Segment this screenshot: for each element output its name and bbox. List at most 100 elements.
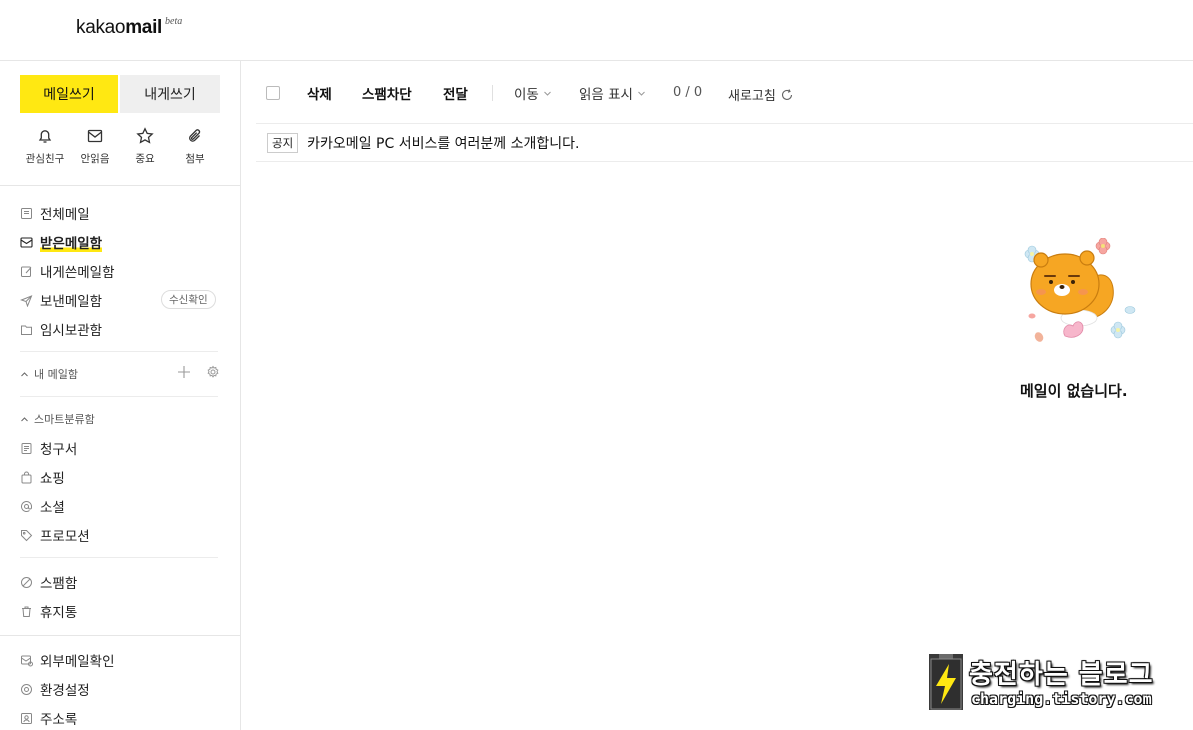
gear-icon[interactable] xyxy=(206,365,220,379)
menu-label: 환경설정 xyxy=(40,683,90,699)
star-icon xyxy=(136,127,154,144)
folder-label: 스팸함 xyxy=(40,576,78,592)
folder-all-mail[interactable]: 전체메일 xyxy=(20,202,90,224)
delete-button[interactable]: 삭제 xyxy=(307,83,332,103)
paperclip-icon xyxy=(189,129,201,142)
divider xyxy=(20,557,218,558)
quick-filter-favorite-friends[interactable]: 관심친구 xyxy=(20,127,70,166)
quick-filter-label: 중요 xyxy=(135,153,155,165)
logo-beta-tag: beta xyxy=(165,16,183,27)
envelope-icon xyxy=(87,129,103,143)
folder-spam[interactable]: 스팸함 xyxy=(20,571,77,593)
refresh-icon xyxy=(781,88,792,100)
settings-icon xyxy=(21,683,32,695)
forward-button[interactable]: 전달 xyxy=(443,83,468,103)
read-receipt-badge[interactable]: 수신확인 xyxy=(161,290,216,309)
spam-icon xyxy=(21,576,32,588)
preferences[interactable]: 환경설정 xyxy=(20,678,90,700)
top-header: kakao mail beta xyxy=(0,0,1193,61)
folder-label: 휴지통 xyxy=(40,605,78,621)
folder-label: 받은메일함 xyxy=(40,232,103,252)
smart-folders-section-toggle[interactable]: 스마트분류함 xyxy=(20,411,95,427)
refresh-label: 새로고침 xyxy=(728,89,776,104)
add-mailbox-icon[interactable] xyxy=(177,365,191,379)
quick-filter-label: 첨부 xyxy=(185,153,205,165)
watermark-url: charging.tistory.com xyxy=(971,690,1152,708)
address-book[interactable]: 주소록 xyxy=(20,707,77,729)
folder-label: 보낸메일함 xyxy=(40,294,103,310)
chevron-up-icon xyxy=(21,371,28,376)
my-mailbox-section-toggle[interactable]: 내 메일함 xyxy=(20,366,78,382)
move-label: 이동 xyxy=(514,87,539,103)
mail-count: 0 / 0 xyxy=(673,85,703,100)
move-dropdown[interactable]: 이동 xyxy=(514,83,552,103)
folder-label: 청구서 xyxy=(40,442,78,458)
folder-sent[interactable]: 보낸메일함 xyxy=(20,289,102,311)
logo-text-bold: mail xyxy=(125,17,163,38)
lightning-icon xyxy=(930,654,962,710)
toolbar-divider xyxy=(492,85,493,101)
select-all-checkbox[interactable] xyxy=(266,86,280,100)
watermark-title: 충전하는 블로그 xyxy=(969,660,1154,690)
notice-text: 카카오메일 PC 서비스를 여러분께 소개합니다. xyxy=(307,136,580,152)
smart-folder-social[interactable]: 소셜 xyxy=(20,495,65,517)
bell-icon xyxy=(38,130,52,143)
write-to-self-button[interactable]: 내게쓰기 xyxy=(120,75,220,113)
smart-folder-promotion[interactable]: 프로모션 xyxy=(20,524,90,546)
tag-icon xyxy=(21,529,33,541)
folder-label: 쇼핑 xyxy=(40,471,65,487)
shopping-bag-icon xyxy=(21,471,32,483)
folder-label: 내게쓴메일함 xyxy=(40,265,115,281)
folder-self-mail[interactable]: 내게쓴메일함 xyxy=(20,260,115,282)
blog-watermark: 충전하는 블로그 charging.tistory.com xyxy=(929,652,1168,712)
quick-filter-attachment[interactable]: 첨부 xyxy=(170,127,220,166)
folder-trash[interactable]: 휴지통 xyxy=(20,600,77,622)
section-label: 내 메일함 xyxy=(34,368,78,381)
chevron-down-icon xyxy=(543,91,551,96)
external-mail-icon xyxy=(21,655,33,666)
bill-icon xyxy=(21,442,32,454)
section-label: 스마트분류함 xyxy=(34,413,95,426)
folder-drafts[interactable]: 임시보관함 xyxy=(20,318,102,340)
notice-tag: 공지 xyxy=(267,133,299,153)
contacts-icon xyxy=(21,712,32,724)
read-mark-dropdown[interactable]: 읽음 표시 xyxy=(579,83,646,103)
folder-inbox[interactable]: 받은메일함 xyxy=(20,231,103,253)
self-mail-icon xyxy=(21,266,32,277)
read-mark-label: 읽음 표시 xyxy=(579,87,633,103)
folder-label: 프로모션 xyxy=(40,529,90,545)
refresh-button[interactable]: 새로고침 xyxy=(728,85,794,104)
folder-icon xyxy=(21,325,32,335)
divider xyxy=(0,185,240,186)
notice-row[interactable]: 공지 카카오메일 PC 서비스를 여러분께 소개합니다. xyxy=(256,125,1193,162)
trash-icon xyxy=(22,606,31,617)
spam-block-button[interactable]: 스팸차단 xyxy=(362,83,412,103)
write-mail-button[interactable]: 메일쓰기 xyxy=(20,75,118,113)
folder-label: 전체메일 xyxy=(40,207,90,223)
divider xyxy=(20,351,218,352)
empty-state-message: 메일이 없습니다. xyxy=(1020,382,1128,400)
battery-icon xyxy=(929,654,963,710)
inbox-icon xyxy=(20,236,33,248)
kakaomail-logo[interactable]: kakao mail beta xyxy=(76,16,183,39)
chevron-up-icon xyxy=(21,416,28,421)
all-mail-icon xyxy=(21,207,32,219)
ryan-character-illustration xyxy=(1024,238,1136,342)
sidebar: 메일쓰기 내게쓰기 관심친구 안읽음 중요 첨부 전체메일 받은메일함 내게쓴메… xyxy=(0,61,241,730)
at-icon xyxy=(21,500,32,512)
menu-label: 주소록 xyxy=(40,712,78,728)
divider xyxy=(0,635,240,636)
logo-text-light: kakao xyxy=(76,17,126,38)
menu-label: 외부메일확인 xyxy=(40,654,115,670)
folder-label: 소셜 xyxy=(40,500,65,516)
quick-filters: 관심친구 안읽음 중요 첨부 xyxy=(20,127,220,166)
quick-filter-unread[interactable]: 안읽음 xyxy=(70,127,120,166)
external-mail-check[interactable]: 외부메일확인 xyxy=(20,649,115,671)
quick-filter-label: 안읽음 xyxy=(80,153,110,165)
quick-filter-important[interactable]: 중요 xyxy=(120,127,170,166)
send-icon xyxy=(20,294,33,307)
smart-folder-bills[interactable]: 청구서 xyxy=(20,437,77,459)
folder-label: 임시보관함 xyxy=(40,323,103,339)
chevron-down-icon xyxy=(638,91,645,96)
smart-folder-shopping[interactable]: 쇼핑 xyxy=(20,466,65,488)
